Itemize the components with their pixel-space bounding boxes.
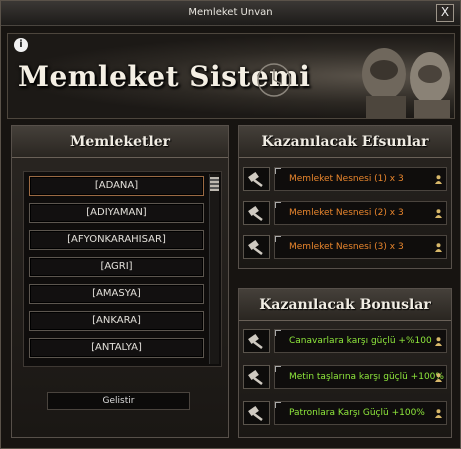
enchant-field-3: Memleket Nesnesi (3) x 3 [274, 235, 447, 259]
corner-icon [275, 330, 281, 336]
user-icon[interactable] [435, 337, 442, 346]
statue-icon [362, 48, 450, 118]
user-icon[interactable] [435, 409, 442, 418]
close-button[interactable]: X [436, 4, 454, 22]
cities-header: Memleketler [12, 126, 228, 158]
city-item-agri[interactable]: [AGRI] [29, 257, 204, 277]
cities-panel: Memleketler [ADANA] [ADIYAMAN] [AFYONKAR… [11, 125, 229, 438]
enchant-label-2: Memleket Nesnesi (2) x 3 [289, 208, 404, 218]
bonuses-panel: Kazanılacak Bonuslar Canavarlara karşı g… [238, 288, 452, 438]
clock-icon [257, 63, 291, 97]
hammer-icon[interactable] [243, 401, 270, 425]
city-item-antalya[interactable]: [ANTALYA] [29, 338, 204, 358]
bonus-field-1: Canavarlara karşı güçlü +%100 [274, 329, 447, 353]
bonus-label-1: Canavarlara karşı güçlü +%100 [289, 336, 432, 346]
hammer-icon[interactable] [243, 235, 270, 259]
enchant-field-2: Memleket Nesnesi (2) x 3 [274, 201, 447, 225]
user-icon[interactable] [435, 209, 442, 218]
city-item-afyonkarahisar[interactable]: [AFYONKARAHISAR] [29, 230, 204, 250]
city-list[interactable]: [ADANA] [ADIYAMAN] [AFYONKARAHISAR] [AGR… [23, 171, 222, 367]
memleket-window: Memleket Unvan X i Memleket Sistemi Meml… [0, 0, 461, 449]
info-icon[interactable]: i [14, 38, 28, 52]
bonus-label-3: Patronlara Karşı Güçlü +100% [289, 408, 425, 418]
bonus-row-2: Metin taşlarına karşı güçlü +100% [243, 365, 447, 389]
city-item-amasya[interactable]: [AMASYA] [29, 284, 204, 304]
enchant-row-2: Memleket Nesnesi (2) x 3 [243, 201, 447, 225]
scroll-thumb-icon[interactable] [210, 177, 219, 191]
bonus-field-3: Patronlara Karşı Güçlü +100% [274, 401, 447, 425]
hammer-icon[interactable] [243, 167, 270, 191]
develop-button[interactable]: Gelistir [47, 392, 190, 410]
corner-icon [275, 168, 281, 174]
hammer-icon[interactable] [243, 201, 270, 225]
enchant-field-1: Memleket Nesnesi (1) x 3 [274, 167, 447, 191]
bonuses-header: Kazanılacak Bonuslar [239, 289, 451, 321]
bonus-label-2: Metin taşlarına karşı güçlü +100% [289, 372, 444, 382]
city-item-adana[interactable]: [ADANA] [29, 176, 204, 196]
window-title: Memleket Unvan [188, 7, 273, 18]
hammer-icon[interactable] [243, 365, 270, 389]
corner-icon [275, 236, 281, 242]
corner-icon [275, 202, 281, 208]
city-item-ankara[interactable]: [ANKARA] [29, 311, 204, 331]
title-bar[interactable]: Memleket Unvan X [1, 1, 460, 26]
bonus-row-3: Patronlara Karşı Güçlü +100% [243, 401, 447, 425]
enchant-row-1: Memleket Nesnesi (1) x 3 [243, 167, 447, 191]
banner: i Memleket Sistemi [7, 33, 455, 119]
enchant-label-3: Memleket Nesnesi (3) x 3 [289, 242, 404, 252]
enchant-label-1: Memleket Nesnesi (1) x 3 [289, 174, 404, 184]
close-icon: X [440, 5, 450, 19]
hammer-icon[interactable] [243, 329, 270, 353]
user-icon[interactable] [435, 175, 442, 184]
corner-icon [275, 402, 281, 408]
city-item-adiyaman[interactable]: [ADIYAMAN] [29, 203, 204, 223]
enchants-header: Kazanılacak Efsunlar [239, 126, 451, 158]
city-list-scrollbar[interactable] [209, 174, 219, 364]
enchants-panel: Kazanılacak Efsunlar Memleket Nesnesi (1… [238, 125, 452, 269]
bonus-field-2: Metin taşlarına karşı güçlü +100% [274, 365, 447, 389]
user-icon[interactable] [435, 243, 442, 252]
corner-icon [275, 366, 281, 372]
bonus-row-1: Canavarlara karşı güçlü +%100 [243, 329, 447, 353]
user-icon[interactable] [435, 373, 442, 382]
enchant-row-3: Memleket Nesnesi (3) x 3 [243, 235, 447, 259]
